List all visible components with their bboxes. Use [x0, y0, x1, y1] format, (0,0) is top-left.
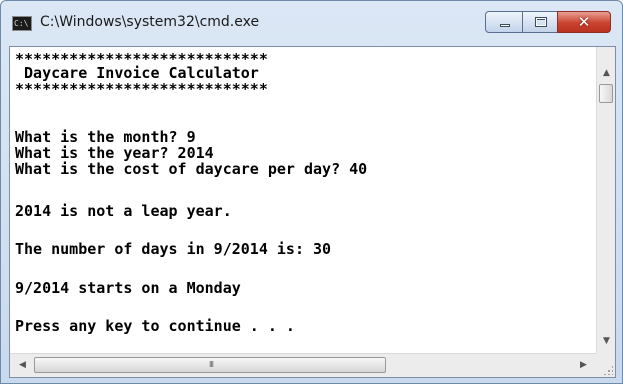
- resize-grip-icon[interactable]: [603, 365, 613, 375]
- console-client-area: **************************** Daycare Inv…: [9, 46, 616, 378]
- horizontal-scroll-thumb[interactable]: III: [34, 357, 386, 373]
- scroll-right-arrow-icon[interactable]: ▶: [575, 357, 592, 374]
- minimize-button[interactable]: [485, 11, 523, 33]
- console-line: The number of days in 9/2014 is: 30: [15, 240, 332, 258]
- close-icon: ✕: [577, 13, 591, 31]
- console-line: ****************************: [15, 80, 268, 98]
- vertical-scroll-thumb[interactable]: [599, 84, 613, 103]
- maximize-icon: [535, 17, 547, 27]
- maximize-button[interactable]: [522, 11, 558, 33]
- window-title: C:\Windows\system32\cmd.exe: [40, 14, 260, 30]
- vertical-scrollbar[interactable]: ▲ ▼: [596, 47, 615, 353]
- console-line: Daycare Invoice Calculator: [15, 64, 259, 82]
- minimize-icon: [500, 24, 510, 27]
- console-line: What is the cost of daycare per day? 40: [15, 160, 368, 178]
- cmd-icon: C:\: [12, 16, 32, 31]
- console-line: 2014 is not a leap year.: [15, 202, 232, 220]
- scroll-up-arrow-icon[interactable]: ▲: [597, 65, 616, 82]
- scroll-left-arrow-icon[interactable]: ◀: [14, 357, 31, 374]
- scroll-grip-icon: III: [208, 360, 214, 369]
- scrollbar-corner: [596, 353, 615, 377]
- horizontal-scrollbar[interactable]: ◀ III ▶: [10, 353, 596, 377]
- scroll-down-arrow-icon[interactable]: ▼: [597, 333, 616, 350]
- console-output[interactable]: **************************** Daycare Inv…: [10, 47, 596, 353]
- console-line: 9/2014 starts on a Monday: [15, 279, 241, 297]
- console-line: What is the month? 9: [15, 128, 196, 146]
- close-button[interactable]: ✕: [557, 11, 611, 33]
- cmd-window: C:\ C:\Windows\system32\cmd.exe ✕ ******…: [0, 0, 623, 384]
- console-line: What is the year? 2014: [15, 144, 214, 162]
- title-bar[interactable]: C:\ C:\Windows\system32\cmd.exe ✕: [1, 1, 622, 46]
- console-line: Press any key to continue . . .: [15, 317, 295, 335]
